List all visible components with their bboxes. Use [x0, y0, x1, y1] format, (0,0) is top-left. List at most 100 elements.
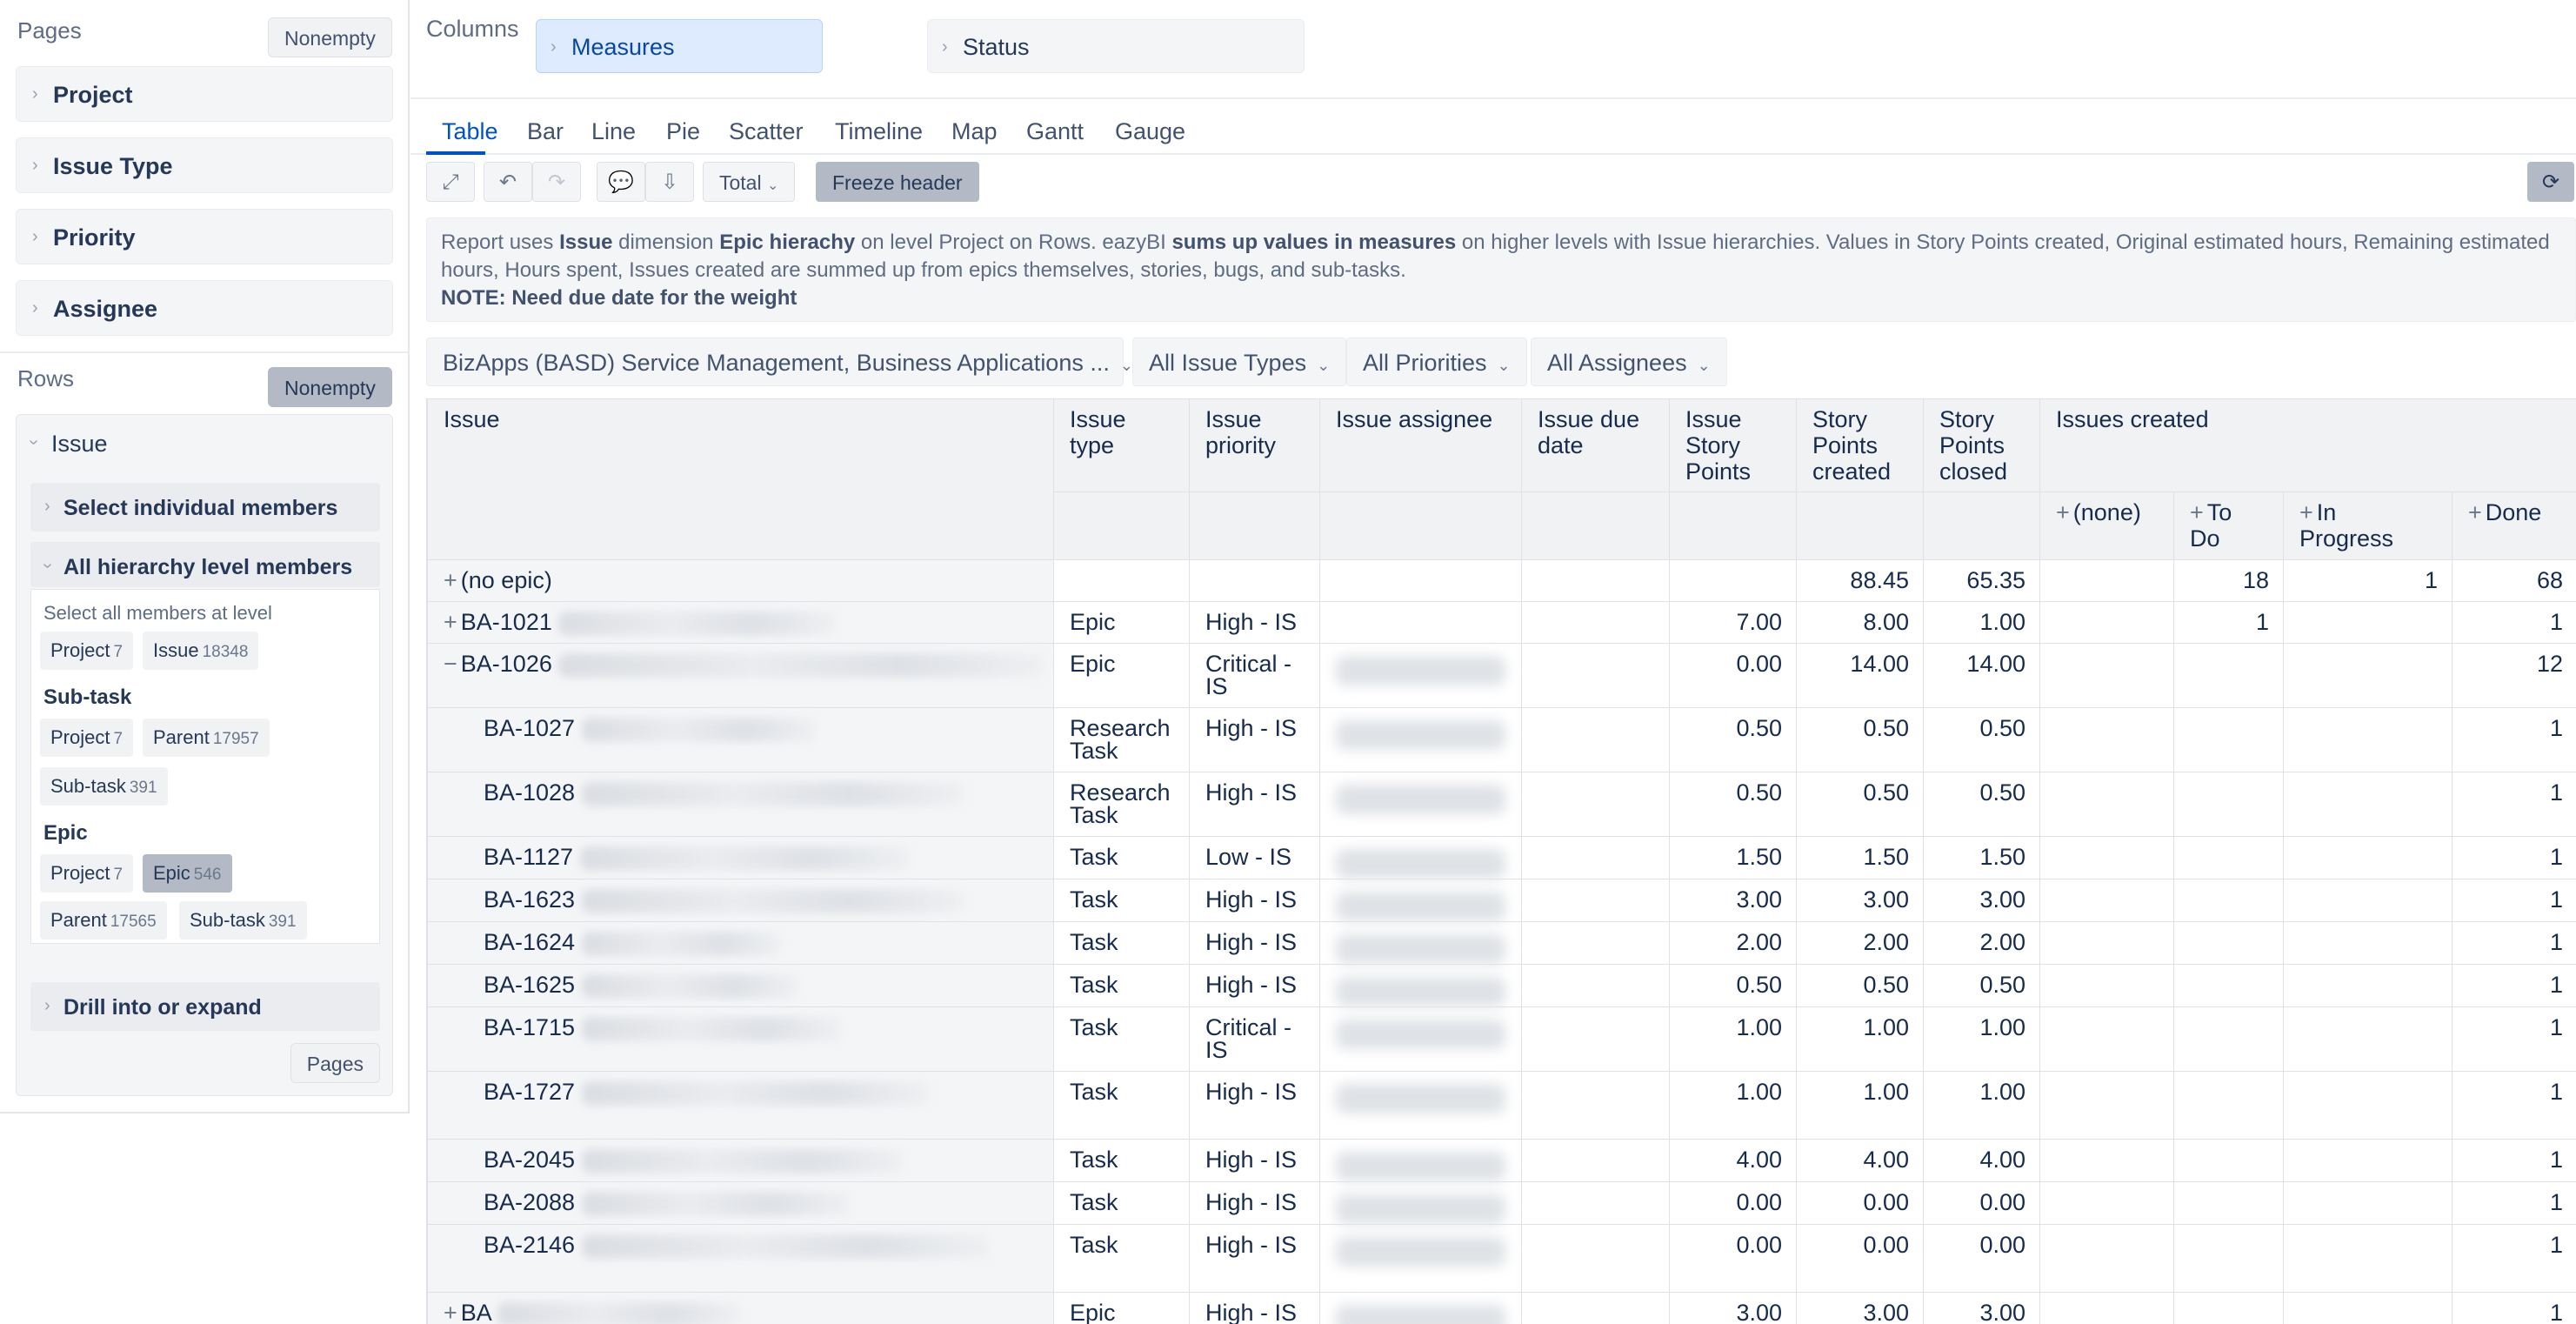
chevron-down-icon[interactable]: ›	[23, 439, 43, 445]
header-status-done[interactable]: + Done	[2451, 491, 2576, 560]
table-row[interactable]: BA-1127 Task Low - IS 1.50 1.50 1.50 1	[427, 836, 2576, 879]
table-row[interactable]: + (no epic) 88.45 65.35 18 1 68	[427, 559, 2576, 602]
undo-icon[interactable]: ↶	[484, 162, 532, 202]
table-row[interactable]: BA-2146 Task High - IS 0.00 0.00 0.00 1	[427, 1224, 2576, 1293]
page-dim-project[interactable]: › Project	[16, 66, 393, 122]
fullscreen-icon[interactable]: ⤢	[426, 162, 475, 202]
header-issue-type[interactable]: Issue type	[1053, 398, 1190, 492]
issue-cell[interactable]: + BA	[427, 1292, 1054, 1324]
chip-parent[interactable]: Parent 17565	[40, 901, 167, 940]
table-row[interactable]: + BA-1021 Epic High - IS 7.00 8.00 1.00 1 1	[427, 601, 2576, 644]
issue-key[interactable]: BA-2088	[484, 1189, 575, 1215]
table-row[interactable]: BA-2088 Task High - IS 0.00 0.00 0.00 1	[427, 1181, 2576, 1225]
issue-cell[interactable]: BA-1727	[427, 1071, 1054, 1140]
table-row[interactable]: BA-1028 Research Task High - IS 0.50 0.50 0.…	[427, 772, 2576, 837]
tab-gantt[interactable]: Gantt	[1026, 118, 1084, 145]
issue-cell[interactable]: BA-1625	[427, 964, 1054, 1007]
issue-key[interactable]: BA-2045	[484, 1147, 575, 1173]
issue-cell[interactable]: BA-2146	[427, 1224, 1054, 1293]
issue-cell[interactable]: BA-2045	[427, 1139, 1054, 1182]
refresh-icon[interactable]: ⟳	[2527, 162, 2574, 202]
table-row[interactable]: − BA-1026 Epic Critical - IS 0.00 14.00 14.00…	[427, 643, 2576, 708]
issue-cell[interactable]: + BA-1021	[427, 601, 1054, 644]
issue-cell[interactable]: BA-1624	[427, 921, 1054, 965]
column-dim-status[interactable]: › Status	[927, 19, 1305, 73]
freeze-header-button[interactable]: Freeze header	[816, 162, 979, 202]
column-dim-measures[interactable]: › Measures	[536, 19, 823, 73]
table-row[interactable]: BA-1624 Task High - IS 2.00 2.00 2.00 1	[427, 921, 2576, 965]
issue-type-filter[interactable]: All Issue Types ⌄	[1132, 338, 1347, 386]
tab-timeline[interactable]: Timeline	[835, 118, 923, 145]
issue-cell[interactable]: BA-1715	[427, 1006, 1054, 1072]
export-icon[interactable]: ⇩	[645, 162, 694, 202]
issue-key[interactable]: BA-1127	[484, 844, 573, 870]
header-issue-assignee[interactable]: Issue assignee	[1319, 398, 1522, 492]
issue-key[interactable]: BA	[461, 1300, 491, 1324]
table-row[interactable]: BA-1625 Task High - IS 0.50 0.50 0.50 1	[427, 964, 2576, 1007]
issue-dim-label[interactable]: Issue	[51, 431, 108, 458]
table-row[interactable]: BA-1727 Task High - IS 1.00 1.00 1.00 1	[427, 1071, 2576, 1140]
table-row[interactable]: BA-2045 Task High - IS 4.00 4.00 4.00 1	[427, 1139, 2576, 1182]
issue-cell[interactable]: BA-1027	[427, 707, 1054, 772]
chip-parent[interactable]: Parent 17957	[143, 719, 270, 757]
all-hierarchy-level-members[interactable]: › All hierarchy level members	[30, 542, 380, 587]
issue-key[interactable]: BA-1625	[484, 972, 575, 998]
issue-cell[interactable]: BA-1623	[427, 879, 1054, 922]
page-dim-priority[interactable]: › Priority	[16, 209, 393, 264]
header-issue-due-date[interactable]: Issue due date	[1521, 398, 1670, 492]
header-issues-created[interactable]: Issues created	[2039, 398, 2576, 492]
issue-key[interactable]: BA-2146	[484, 1232, 575, 1258]
tab-table[interactable]: Table	[442, 118, 498, 145]
table-row[interactable]: BA-1623 Task High - IS 3.00 3.00 3.00 1	[427, 879, 2576, 922]
project-filter[interactable]: BizApps (BASD) Service Management, Busin…	[426, 338, 1133, 386]
header-issue-story-points[interactable]: Issue Story Points	[1669, 398, 1797, 492]
chip-subtask[interactable]: Sub-task 391	[40, 767, 168, 806]
collapse-icon[interactable]: −	[444, 651, 457, 677]
issue-key[interactable]: BA-1026	[461, 651, 552, 677]
table-row[interactable]: BA-1715 Task Critical - IS 1.00 1.00 1.00 1	[427, 1006, 2576, 1072]
issue-key[interactable]: BA-1727	[484, 1079, 575, 1105]
issue-key[interactable]: BA-1021	[461, 609, 552, 635]
tab-scatter[interactable]: Scatter	[729, 118, 804, 145]
header-status-none[interactable]: + (none)	[2039, 491, 2174, 560]
issue-key[interactable]: BA-1624	[484, 929, 575, 955]
table-row[interactable]: + BA Epic High - IS 3.00 3.00 3.00 1	[427, 1292, 2576, 1324]
issue-cell[interactable]: + (no epic)	[427, 559, 1054, 602]
expand-icon[interactable]: +	[444, 1300, 457, 1324]
drill-into-or-expand[interactable]: › Drill into or expand	[30, 982, 380, 1031]
issue-key[interactable]: (no epic)	[461, 567, 552, 593]
pages-button[interactable]: Pages	[290, 1043, 380, 1083]
chip-epic[interactable]: Epic 546	[143, 854, 232, 893]
header-issue-priority[interactable]: Issue priority	[1189, 398, 1320, 492]
page-dim-issue-type[interactable]: › Issue Type	[16, 137, 393, 193]
issue-cell[interactable]: BA-2088	[427, 1181, 1054, 1225]
header-status-in-progress[interactable]: + In Progress	[2283, 491, 2453, 560]
table-row[interactable]: BA-1027 Research Task High - IS 0.50 0.50 0.…	[427, 707, 2576, 772]
tab-bar[interactable]: Bar	[527, 118, 564, 145]
chip-project[interactable]: Project 7	[40, 632, 134, 670]
page-dim-assignee[interactable]: › Assignee	[16, 280, 393, 336]
pages-nonempty-button[interactable]: Nonempty	[268, 17, 392, 57]
issue-key[interactable]: BA-1715	[484, 1014, 575, 1040]
tab-line[interactable]: Line	[591, 118, 636, 145]
chip-subtask[interactable]: Sub-task 391	[179, 901, 307, 940]
issue-key[interactable]: BA-1623	[484, 886, 575, 913]
header-story-points-closed[interactable]: Story Points closed	[1923, 398, 2040, 492]
total-dropdown[interactable]: Total ⌄	[703, 162, 796, 202]
header-issue[interactable]: Issue	[427, 398, 1054, 560]
redo-icon[interactable]: ↷	[532, 162, 581, 202]
expand-icon[interactable]: +	[444, 567, 457, 593]
assignee-filter[interactable]: All Assignees ⌄	[1531, 338, 1727, 386]
select-individual-members[interactable]: › Select individual members	[30, 483, 380, 532]
chip-project[interactable]: Project 7	[40, 719, 134, 757]
rows-nonempty-button[interactable]: Nonempty	[268, 367, 392, 407]
issue-key[interactable]: BA-1028	[484, 779, 575, 806]
chip-issue[interactable]: Issue 18348	[143, 632, 259, 670]
expand-icon[interactable]: +	[444, 609, 457, 635]
tab-gauge[interactable]: Gauge	[1115, 118, 1185, 145]
tab-pie[interactable]: Pie	[666, 118, 700, 145]
header-status-todo[interactable]: + To Do	[2173, 491, 2284, 560]
chip-project[interactable]: Project 7	[40, 854, 134, 893]
header-story-points-created[interactable]: Story Points created	[1796, 398, 1924, 492]
issue-key[interactable]: BA-1027	[484, 715, 575, 741]
